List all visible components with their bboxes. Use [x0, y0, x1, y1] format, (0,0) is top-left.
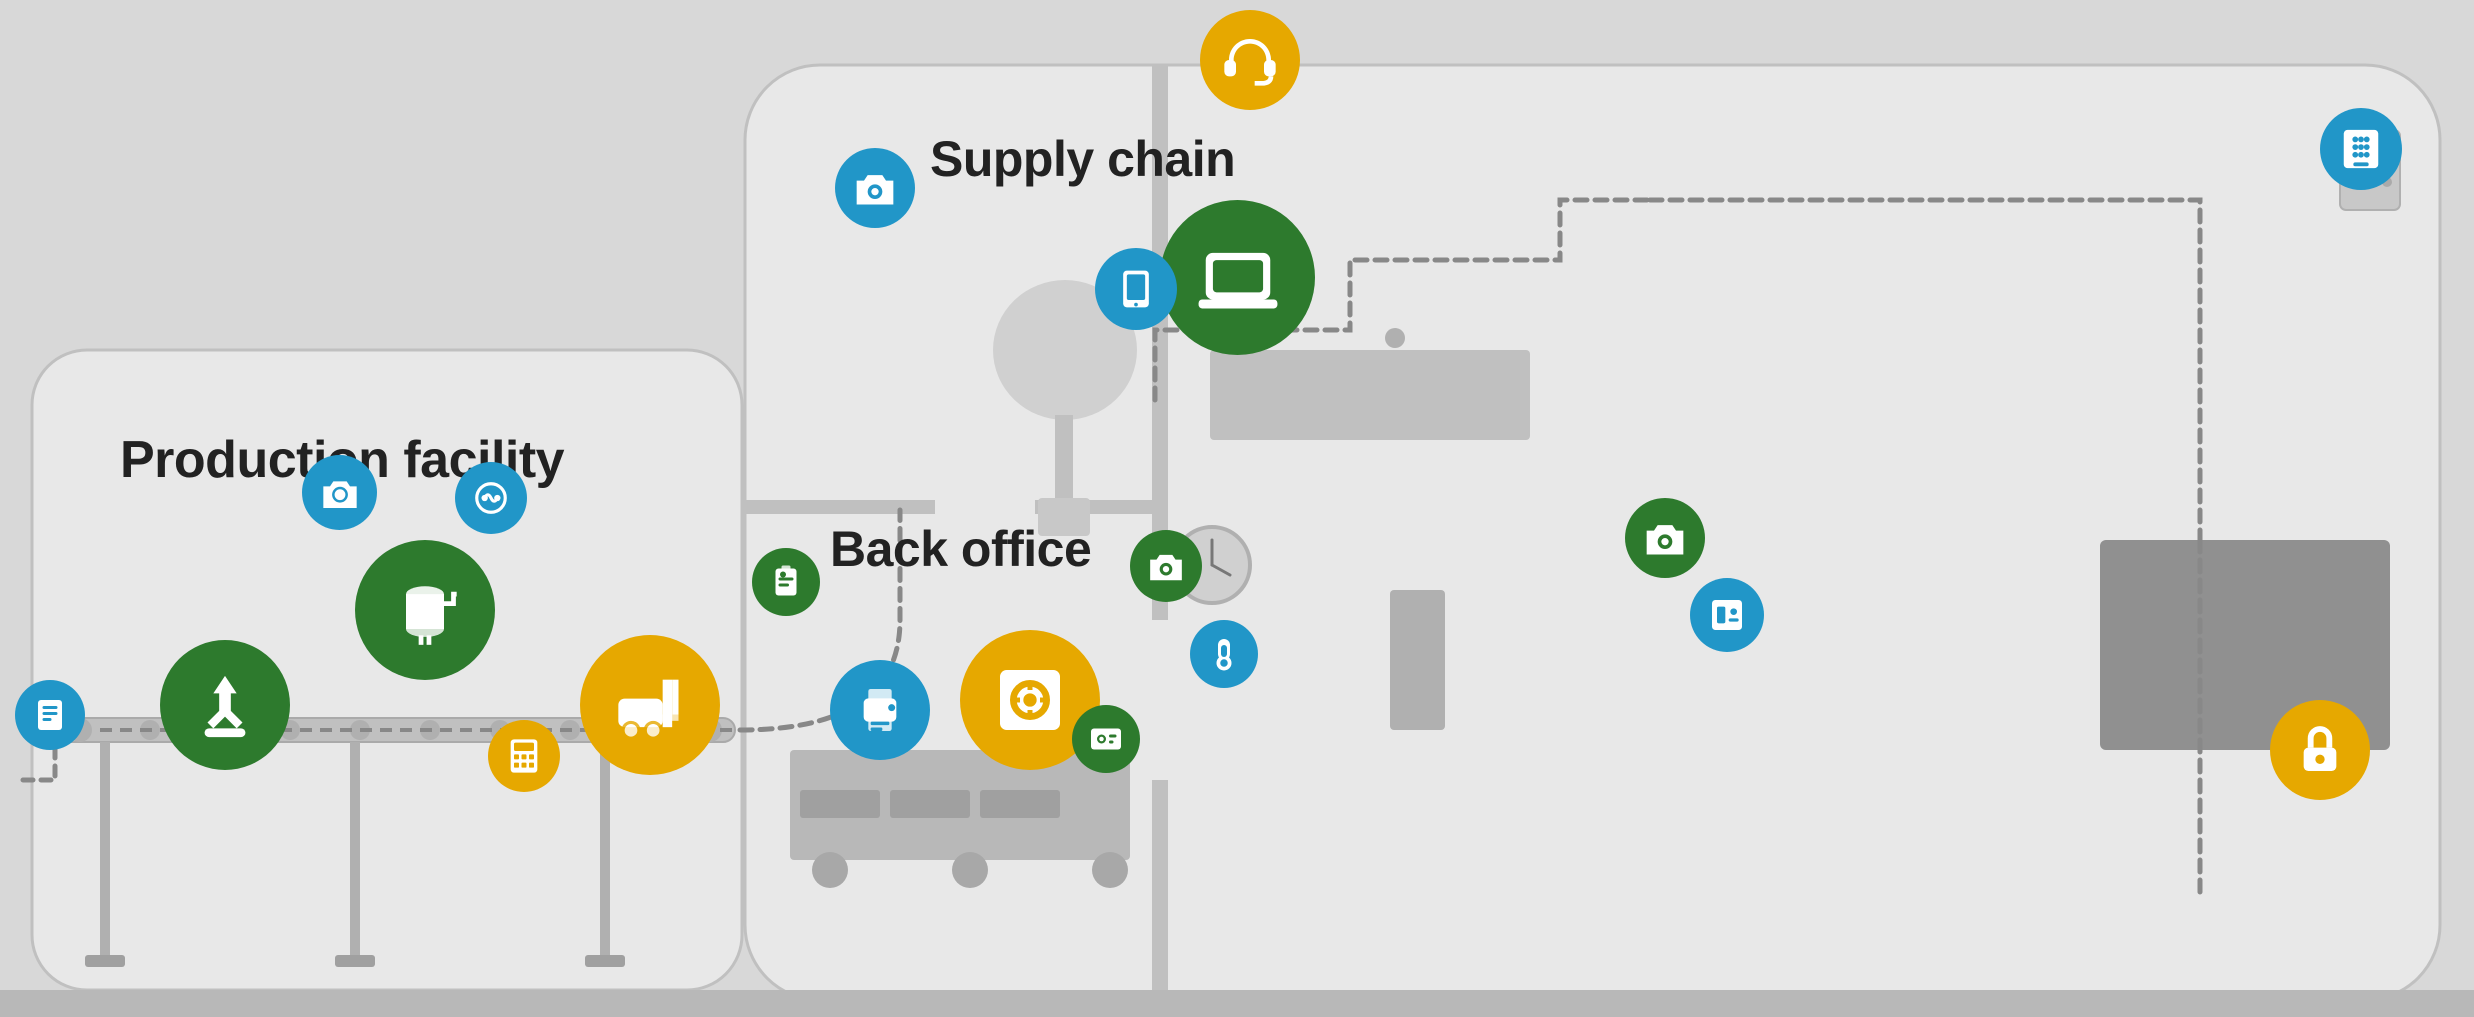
- printer-icon[interactable]: [830, 660, 930, 760]
- production-sensor-icon[interactable]: [15, 680, 85, 750]
- headset-icon[interactable]: [1200, 10, 1300, 110]
- production-camera-icon[interactable]: [302, 455, 377, 530]
- scene: Production facility Back office Supply c…: [0, 0, 2474, 1017]
- production-relay-icon[interactable]: [455, 462, 527, 534]
- forklift-icon[interactable]: [580, 635, 720, 775]
- storage-tank-icon[interactable]: [355, 540, 495, 680]
- supplychain-panel-icon[interactable]: [1690, 578, 1764, 652]
- robot-arm-icon[interactable]: [160, 640, 290, 770]
- supplychain-lock-icon[interactable]: [2270, 700, 2370, 800]
- backoffice-badge-icon[interactable]: [752, 548, 820, 616]
- hmi-panel-icon[interactable]: [488, 720, 560, 792]
- backoffice-camera-icon[interactable]: [1130, 530, 1202, 602]
- supplychain-camera-icon[interactable]: [835, 148, 915, 228]
- keypad-icon[interactable]: [2320, 108, 2402, 190]
- laptop-icon[interactable]: [1160, 200, 1315, 355]
- supplychain-label: Supply chain: [930, 130, 1235, 188]
- tablet-icon[interactable]: [1095, 248, 1177, 330]
- dvr-icon[interactable]: [1072, 705, 1140, 773]
- supplychain-camera2-icon[interactable]: [1625, 498, 1705, 578]
- backoffice-label: Back office: [830, 520, 1091, 578]
- backoffice-thermostat-icon[interactable]: [1190, 620, 1258, 688]
